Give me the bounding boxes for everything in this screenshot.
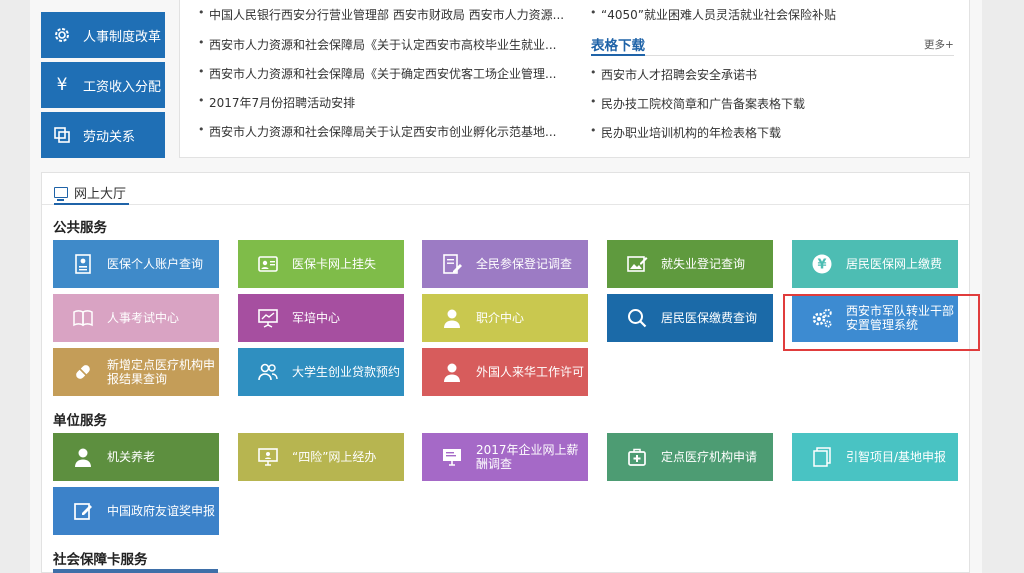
tile-label: 医保卡网上挂失 bbox=[292, 257, 377, 271]
gear-icon bbox=[51, 24, 73, 46]
public-service-tile[interactable]: 居民医保缴费查询 bbox=[607, 294, 773, 342]
public-service-tile[interactable]: 就失业登记查询 bbox=[607, 240, 773, 288]
tile-partial[interactable] bbox=[53, 569, 218, 573]
tile-label: 居民医保缴费查询 bbox=[661, 311, 758, 325]
public-service-tile[interactable]: 外国人来华工作许可 bbox=[422, 348, 588, 396]
section-title-social-card: 社会保障卡服务 bbox=[53, 552, 148, 568]
medkit-icon bbox=[625, 445, 649, 469]
book-icon bbox=[71, 306, 95, 330]
edit-icon bbox=[71, 499, 95, 523]
tab-label: 网上大厅 bbox=[74, 186, 127, 202]
public-service-tile[interactable]: 军培中心 bbox=[238, 294, 404, 342]
public-service-tile[interactable]: 全民参保登记调查 bbox=[422, 240, 588, 288]
copy-icon bbox=[51, 124, 73, 146]
tile-label: 新增定点医疗机构申报结果查询 bbox=[107, 358, 216, 386]
public-service-tile[interactable]: 医保个人账户查询 bbox=[53, 240, 219, 288]
news-link[interactable]: 2017年7月份招聘活动安排 bbox=[198, 94, 355, 111]
public-service-tile[interactable]: 职介中心 bbox=[422, 294, 588, 342]
tile-label: 机关养老 bbox=[107, 450, 156, 464]
users-icon bbox=[256, 360, 280, 384]
news-link[interactable]: “4050”就业困难人员灵活就业社会保险补贴 bbox=[590, 6, 836, 23]
form-download-link[interactable]: 民办技工院校简章和广告备案表格下载 bbox=[590, 95, 805, 112]
sidebar-item-labor-relations[interactable]: 劳动关系 bbox=[41, 112, 165, 158]
monitor-user-icon bbox=[256, 445, 280, 469]
tile-label: “四险”网上经办 bbox=[292, 450, 377, 464]
unit-service-tile[interactable]: 定点医疗机构申请 bbox=[607, 433, 773, 481]
sidebar-item-personnel-reform[interactable]: 人事制度改革 bbox=[41, 12, 165, 58]
unit-service-tile[interactable]: 2017年企业网上薪酬调查 bbox=[422, 433, 588, 481]
unit-service-tile[interactable]: 机关养老 bbox=[53, 433, 219, 481]
public-service-tile[interactable]: ¥ 居民医保网上缴费 bbox=[792, 240, 958, 288]
unit-service-tile[interactable]: 中国政府友谊奖申报 bbox=[53, 487, 219, 535]
yen-circle-icon: ¥ bbox=[810, 252, 834, 276]
form-download-link[interactable]: 民办职业培训机构的年检表格下载 bbox=[590, 124, 781, 141]
tile-label: 职介中心 bbox=[476, 311, 525, 325]
sidebar-item-label: 劳动关系 bbox=[83, 129, 136, 145]
tile-label: 全民参保登记调查 bbox=[476, 257, 573, 271]
tile-label: 医保个人账户查询 bbox=[107, 257, 204, 271]
monitor-icon bbox=[54, 186, 68, 201]
title-underline bbox=[591, 54, 645, 56]
yen-icon: ¥ bbox=[56, 75, 68, 95]
tile-label: 就失业登记查询 bbox=[661, 257, 746, 271]
id-card-icon bbox=[71, 252, 95, 276]
divider bbox=[591, 55, 954, 56]
tile-label: 2017年企业网上薪酬调查 bbox=[476, 443, 579, 471]
tile-label: 外国人来华工作许可 bbox=[476, 365, 585, 379]
news-link[interactable]: 中国人民银行西安分行营业管理部 西安市财政局 西安市人力资源... bbox=[198, 6, 564, 23]
public-service-tile[interactable]: 新增定点医疗机构申报结果查询 bbox=[53, 348, 219, 396]
section-title-public: 公共服务 bbox=[53, 220, 107, 236]
divider bbox=[42, 204, 969, 205]
public-service-tile[interactable]: 大学生创业贷款预约 bbox=[238, 348, 404, 396]
tile-label: 人事考试中心 bbox=[107, 311, 180, 325]
highlight-box bbox=[783, 294, 980, 351]
person-icon bbox=[440, 306, 464, 330]
news-link[interactable]: 西安市人力资源和社会保障局《关于确定西安优客工场企业管理... bbox=[198, 65, 556, 82]
public-service-tile[interactable]: 人事考试中心 bbox=[53, 294, 219, 342]
sidebar-item-wage-distribution[interactable]: ¥ 工资收入分配 bbox=[41, 62, 165, 108]
tile-label: 引智项目/基地申报 bbox=[846, 450, 947, 464]
tile-label: 中国政府友谊奖申报 bbox=[107, 504, 216, 518]
tile-label: 大学生创业贷款预约 bbox=[292, 365, 401, 379]
form-edit-icon bbox=[440, 252, 464, 276]
form-download-link[interactable]: 西安市人才招聘会安全承诺书 bbox=[590, 66, 757, 83]
tile-label: 军培中心 bbox=[292, 311, 341, 325]
image-edit-icon bbox=[625, 252, 649, 276]
more-link[interactable]: 更多+ bbox=[924, 37, 954, 52]
files-icon bbox=[810, 445, 834, 469]
svg-text:¥: ¥ bbox=[817, 258, 826, 273]
person-icon bbox=[71, 445, 95, 469]
unit-service-tile[interactable]: “四险”网上经办 bbox=[238, 433, 404, 481]
section-title-unit: 单位服务 bbox=[53, 413, 107, 429]
pill-icon bbox=[71, 360, 95, 384]
news-link[interactable]: 西安市人力资源和社会保障局关于认定西安市创业孵化示范基地... bbox=[198, 123, 556, 140]
unit-service-tile[interactable]: 引智项目/基地申报 bbox=[792, 433, 958, 481]
forms-download-title: 表格下载 bbox=[591, 38, 645, 54]
sidebar-item-label: 工资收入分配 bbox=[83, 79, 162, 95]
search-icon bbox=[625, 306, 649, 330]
sidebar-item-label: 人事制度改革 bbox=[83, 29, 162, 45]
person-icon bbox=[440, 360, 464, 384]
presentation-icon bbox=[256, 306, 280, 330]
monitor-icon bbox=[440, 445, 464, 469]
tile-label: 定点医疗机构申请 bbox=[661, 450, 758, 464]
tab-underline bbox=[54, 203, 129, 205]
news-link[interactable]: 西安市人力资源和社会保障局《关于认定西安市高校毕业生就业... bbox=[198, 36, 556, 53]
tile-label: 居民医保网上缴费 bbox=[846, 257, 943, 271]
tab-online-hall[interactable]: 网上大厅 bbox=[54, 180, 126, 204]
public-service-tile[interactable]: 医保卡网上挂失 bbox=[238, 240, 404, 288]
card-user-icon bbox=[256, 252, 280, 276]
